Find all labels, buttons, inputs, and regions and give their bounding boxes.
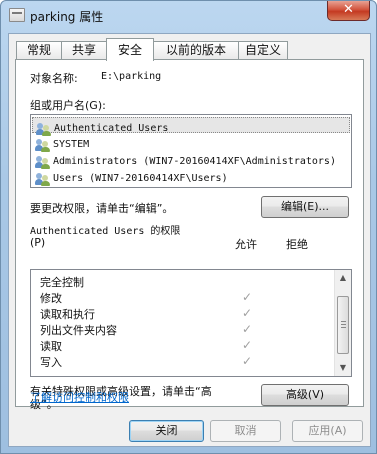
list-item[interactable]: Users (WIN7-20160414XF\Users) [35,168,228,186]
allow-check-icon: ✓ [242,338,253,352]
allow-column-header: 允许 [235,238,257,251]
permission-name: 完全控制 [40,276,84,289]
scroll-up-arrow-icon[interactable]: ▲ [335,270,351,286]
window-title: parking 属性 [30,10,104,24]
advanced-button[interactable]: 高级(V) [261,384,349,406]
edit-button[interactable]: 编辑(E)... [261,196,349,218]
scroll-thumb[interactable] [337,296,349,354]
object-name-value: E:\parking [101,71,162,82]
tab-security[interactable]: 安全 [106,38,154,61]
permission-name: 写入 [40,356,62,369]
apply-button[interactable]: 应用(A) [292,420,363,442]
tab-customize[interactable]: 自定义 [238,41,288,60]
permission-name: 修改 [40,292,62,305]
security-tab-page: 对象名称: E:\parking 组或用户名(G): Authenticated… [15,59,364,411]
group-name: Authenticated Users [54,123,169,134]
window-close-button[interactable]: ✕ [327,1,370,21]
allow-check-icon: ✓ [242,354,253,368]
table-row: 完全控制 [31,274,333,290]
list-item[interactable]: Authenticated Users [32,117,350,136]
deny-column-header: 拒绝 [286,238,308,251]
table-row: 读取和执行 ✓ [31,306,333,322]
permissions-scrollbar[interactable]: ▲ ▼ [334,270,351,376]
permission-name: 读取 [40,340,62,353]
properties-window: parking 属性 ✕ 常规 共享 安全 以前的版本 自定义 对象名称: E:… [0,0,377,454]
table-row: 修改 ✓ [31,290,333,306]
users-icon [35,138,51,152]
access-control-help-link[interactable]: 了解访问控制和权限 [30,389,129,405]
list-item[interactable]: SYSTEM [35,134,90,152]
tab-sharing[interactable]: 共享 [61,41,107,60]
group-name: Administrators (WIN7-20160414XF\Administ… [53,156,336,167]
permissions-title: Authenticated Users 的权限 [30,226,181,237]
permissions-table[interactable]: 完全控制 修改 ✓ 读取和执行 ✓ 列出文件夹内容 ✓ 读取 ✓ 写入 ✓ ▲ … [30,269,352,377]
group-name: SYSTEM [53,139,90,150]
change-permissions-hint: 要更改权限，请单击“编辑”。 [30,202,174,215]
users-icon [35,155,51,169]
users-icon [35,172,51,186]
permission-name: 读取和执行 [40,308,95,321]
title-bar[interactable]: parking 属性 ✕ [1,1,376,33]
scroll-down-arrow-icon[interactable]: ▼ [335,360,351,376]
group-name: Users (WIN7-20160414XF\Users) [53,173,228,184]
table-row: 列出文件夹内容 ✓ [31,322,333,338]
groups-label: 组或用户名(G): [30,99,106,112]
table-row: 读取 ✓ [31,338,333,354]
cancel-button[interactable]: 取消 [210,420,281,442]
allow-check-icon: ✓ [242,290,253,304]
object-name-label: 对象名称: [30,72,78,85]
allow-check-icon: ✓ [242,322,253,336]
dialog-client-area: 常规 共享 安全 以前的版本 自定义 对象名称: E:\parking 组或用户… [8,33,371,447]
groups-listbox[interactable]: Authenticated Users SYSTEM Administrator… [30,114,352,188]
drive-icon [9,8,25,22]
table-row: 写入 ✓ [31,354,333,370]
tab-general[interactable]: 常规 [16,41,62,60]
close-button[interactable]: 关闭 [129,420,204,442]
tab-previous-versions[interactable]: 以前的版本 [153,41,239,60]
list-item[interactable]: Administrators (WIN7-20160414XF\Administ… [35,151,336,169]
permissions-mnemonic: (P) [30,236,46,249]
allow-check-icon: ✓ [242,306,253,320]
permission-name: 列出文件夹内容 [40,324,117,337]
